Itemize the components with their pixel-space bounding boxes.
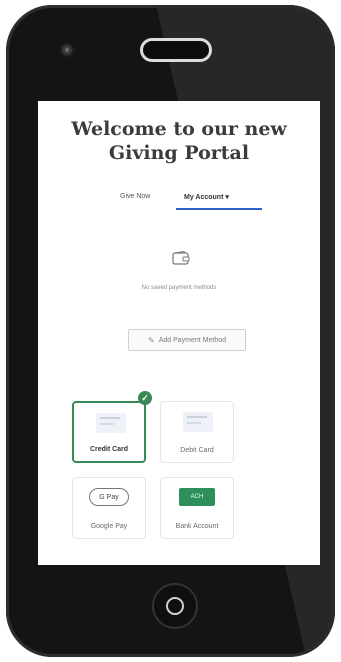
- payment-option-credit-card[interactable]: Credit Card: [72, 401, 146, 463]
- wallet-icon: [172, 251, 190, 265]
- empty-state-text: No saved payment methods: [141, 285, 217, 291]
- speaker-grill: [140, 38, 212, 62]
- title-line-2: Giving Portal: [108, 142, 250, 164]
- payment-option-debit-card[interactable]: Debit Card: [160, 401, 234, 463]
- tab-my-account[interactable]: My Account ▾: [184, 193, 229, 201]
- add-payment-method-button[interactable]: ✎ Add Payment Method: [128, 329, 246, 351]
- active-tab-indicator: [176, 208, 262, 210]
- add-payment-label: Add Payment Method: [158, 336, 227, 344]
- checkmark-icon: ✓: [138, 391, 152, 405]
- debit-card-icon: [183, 412, 213, 432]
- screen: Welcome to our new Giving Portal Give No…: [38, 101, 320, 565]
- home-button[interactable]: [152, 583, 198, 629]
- google-pay-icon: G Pay: [89, 488, 129, 506]
- tab-give-now[interactable]: Give Now: [120, 193, 150, 200]
- camera-icon: [62, 45, 72, 55]
- debit-card-label: Debit Card: [180, 447, 214, 454]
- payment-option-bank-account[interactable]: ACH Bank Account: [160, 477, 234, 539]
- credit-card-label: Credit Card: [89, 446, 129, 453]
- tab-bar: Give Now My Account ▾: [38, 185, 320, 210]
- google-pay-label: Google Pay: [90, 523, 128, 530]
- ach-icon: ACH: [179, 488, 215, 506]
- phone-frame: Welcome to our new Giving Portal Give No…: [6, 5, 335, 657]
- title-line-1: Welcome to our new: [71, 118, 287, 140]
- credit-card-icon: [96, 413, 126, 433]
- pencil-icon: ✎: [147, 335, 155, 345]
- payment-option-google-pay[interactable]: G Pay Google Pay: [72, 477, 146, 539]
- page-title: Welcome to our new Giving Portal: [38, 117, 320, 165]
- bank-account-label: Bank Account: [175, 523, 219, 530]
